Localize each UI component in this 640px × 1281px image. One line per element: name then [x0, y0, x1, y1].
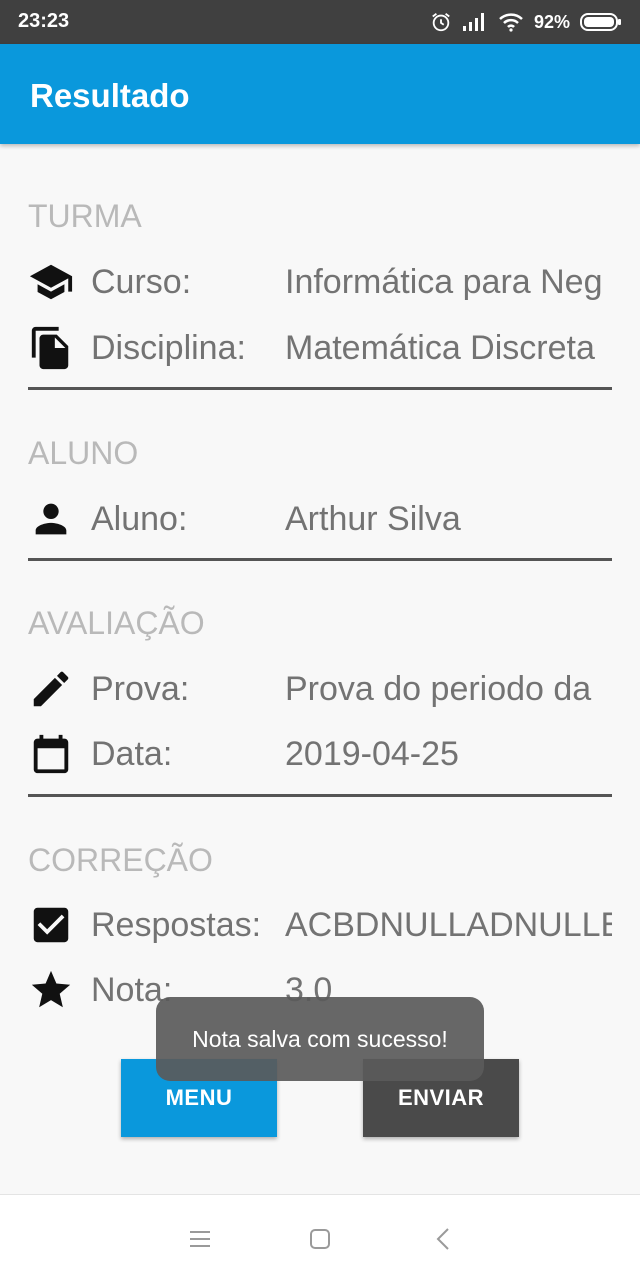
page-title: Resultado	[30, 77, 190, 114]
calendar-icon	[33, 734, 69, 774]
battery-percent: 92%	[533, 11, 570, 32]
aluno-value: Arthur Silva	[285, 500, 461, 538]
row-curso: Curso: Informática para Neg	[28, 249, 612, 315]
battery-icon	[580, 13, 621, 31]
respostas-label: Respostas:	[91, 906, 262, 944]
menu-icon[interactable]	[184, 1223, 216, 1255]
divider-avaliacao	[28, 794, 612, 797]
status-bar: 23:23 92%	[0, 0, 640, 44]
aluno-label: Aluno:	[91, 500, 188, 538]
signal-icon	[462, 13, 484, 31]
wifi-icon	[499, 13, 523, 32]
respostas-value: ACBDNULLADNULLE	[285, 906, 612, 944]
disciplina-label: Disciplina:	[91, 329, 246, 367]
alarm-icon	[432, 13, 450, 32]
divider-aluno	[28, 558, 612, 561]
data-value: 2019-04-25	[285, 735, 459, 773]
app-bar: Resultado	[0, 44, 640, 144]
section-header-turma: TURMA	[28, 198, 142, 234]
checkbox-icon	[33, 907, 69, 943]
divider-turma	[28, 387, 612, 390]
star-icon	[31, 970, 71, 1008]
section-header-avaliacao: AVALIAÇÃO	[28, 605, 205, 641]
prova-label: Prova:	[91, 670, 190, 708]
section-header-correcao: CORREÇÃO	[28, 842, 213, 878]
pencil-icon	[33, 671, 69, 707]
home-icon[interactable]	[304, 1223, 336, 1255]
prova-value: Prova do periodo da	[285, 670, 592, 708]
system-nav-bar	[0, 1194, 640, 1281]
person-icon	[35, 503, 67, 535]
section-header-aluno: ALUNO	[28, 435, 139, 471]
data-label: Data:	[91, 735, 173, 773]
row-prova: Prova: Prova do periodo da	[28, 656, 612, 722]
curso-value: Informática para Neg	[285, 263, 603, 301]
row-disciplina: Disciplina: Matemática Discreta	[28, 315, 612, 381]
row-aluno: Aluno: Arthur Silva	[28, 486, 612, 552]
status-time: 23:23	[18, 10, 70, 32]
file-copy-icon	[31, 326, 69, 370]
status-icons: 92%	[430, 8, 622, 36]
disciplina-value: Matemática Discreta	[285, 329, 595, 367]
graduation-cap-icon	[29, 264, 73, 300]
toast-message: Nota salva com sucesso!	[156, 997, 484, 1081]
row-respostas: Respostas: ACBDNULLADNULLE	[28, 892, 612, 958]
curso-label: Curso:	[91, 263, 192, 301]
row-data: Data: 2019-04-25	[28, 721, 612, 787]
back-icon[interactable]	[428, 1223, 460, 1255]
